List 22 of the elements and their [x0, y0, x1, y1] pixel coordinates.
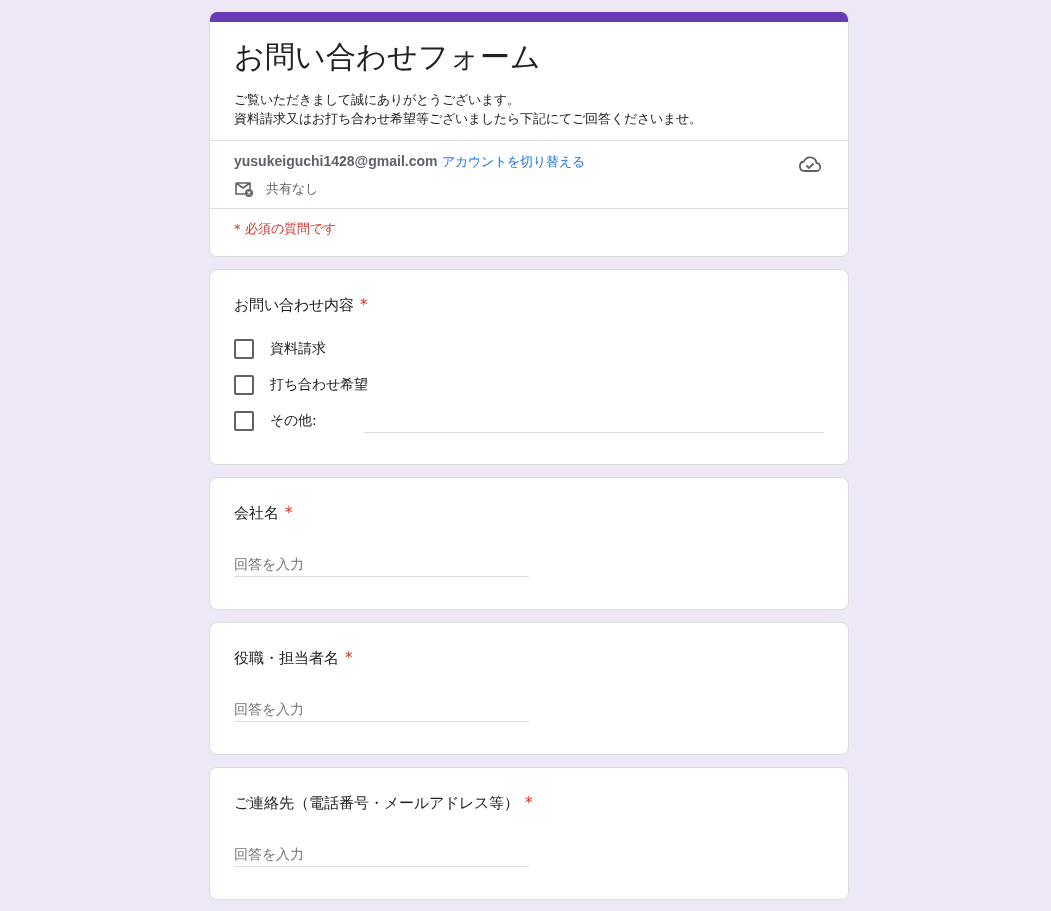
- form-description: ご覧いただきまして誠にありがとうございます。 資料請求又はお打ち合わせ希望等ございましたら下記にてご回答くださいませ。: [234, 91, 703, 128]
- required-mark: *: [525, 793, 533, 814]
- question-title: ご連絡先（電話番号・メールアドレス等）: [234, 793, 519, 814]
- option-label: 打ち合わせ希望: [270, 376, 368, 394]
- sharing-status: 共有なし: [266, 180, 318, 198]
- checkbox[interactable]: [234, 411, 254, 431]
- required-mark: *: [360, 295, 368, 316]
- option-label: その他:: [270, 412, 318, 430]
- mail-off-icon: [234, 180, 254, 198]
- question-title: お問い合わせ内容: [234, 295, 354, 316]
- option-label: 資料請求: [270, 340, 327, 358]
- question-title: 会社名: [234, 503, 279, 524]
- required-mark: *: [345, 648, 353, 669]
- question-title: 役職・担当者名: [234, 648, 339, 669]
- form-title: お問い合わせフォーム: [234, 38, 542, 76]
- checkbox[interactable]: [234, 375, 254, 395]
- required-note: * 必須の質問です: [233, 220, 337, 238]
- cloud-check-icon: [798, 155, 822, 173]
- required-mark: *: [285, 503, 293, 524]
- checkbox[interactable]: [234, 339, 254, 359]
- account-email: yusukeiguchi1428@gmail.com: [234, 153, 438, 169]
- switch-account-link[interactable]: アカウントを切り替える: [441, 154, 585, 169]
